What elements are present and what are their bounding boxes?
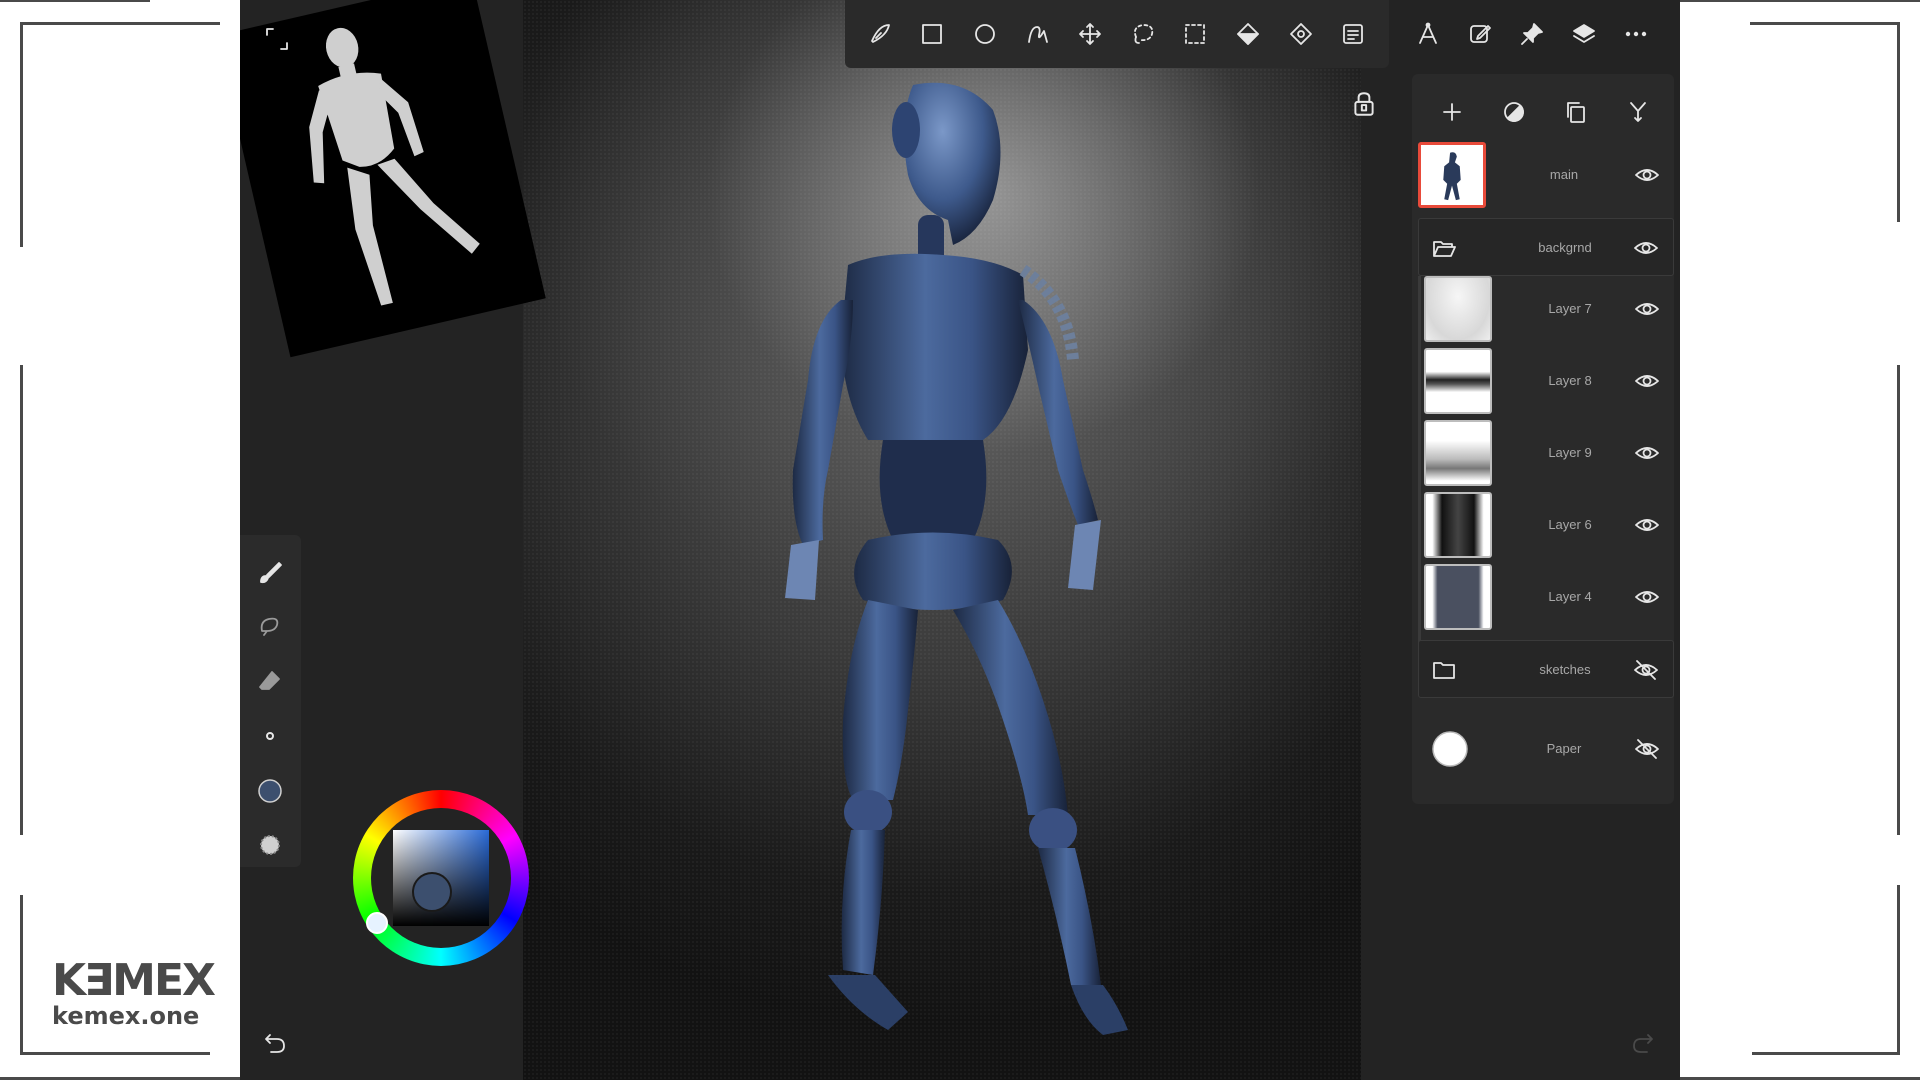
layer-name: Layer 6: [1548, 517, 1592, 532]
color-swatch-icon[interactable]: [252, 773, 288, 809]
paper-color-swatch[interactable]: [1430, 729, 1470, 769]
frame-right-upper: [1897, 22, 1900, 222]
layer-row-layer-6[interactable]: Layer 6: [1424, 490, 1680, 560]
frame-right-lower: [1897, 365, 1900, 835]
layer-group-sketches[interactable]: sketches: [1418, 640, 1674, 698]
rectangle-icon[interactable]: [916, 16, 950, 52]
frame-left-tail: [20, 895, 23, 1055]
add-layer-icon[interactable]: [1434, 94, 1470, 130]
layer-thumbnail: [1424, 420, 1492, 486]
duplicate-icon[interactable]: [1558, 94, 1594, 130]
color-picker-cursor[interactable]: [412, 872, 452, 912]
eraser-icon[interactable]: [252, 663, 288, 699]
layer-row-paper[interactable]: Paper: [1418, 714, 1674, 784]
brush-icon[interactable]: [252, 555, 288, 591]
move-icon[interactable]: [1073, 16, 1107, 52]
smudge-icon[interactable]: [252, 608, 288, 644]
brand-url: kemex.one: [52, 1002, 200, 1030]
layer-actions: [1412, 90, 1674, 134]
layer-thumbnail: [1424, 348, 1492, 414]
gradient-icon[interactable]: [1284, 16, 1318, 52]
undo-icon[interactable]: [262, 1030, 292, 1060]
drawing-canvas[interactable]: [523, 0, 1361, 1080]
lock-icon[interactable]: [1350, 90, 1382, 122]
ellipse-icon[interactable]: [968, 16, 1002, 52]
mask-icon[interactable]: [1496, 94, 1532, 130]
layer-name: Layer 9: [1548, 445, 1592, 460]
layer-thumbnail: [1424, 276, 1492, 342]
top-toolbar: [845, 0, 1389, 68]
brush-library-icon[interactable]: [863, 16, 897, 52]
eye-icon[interactable]: [1634, 162, 1660, 188]
layer-row-layer-8[interactable]: Layer 8: [1424, 346, 1680, 416]
pen-tool-icon[interactable]: [1021, 16, 1055, 52]
perspective-icon[interactable]: [1410, 16, 1446, 52]
frame-bottom-right: [1752, 1052, 1900, 1055]
marquee-icon[interactable]: [1179, 16, 1213, 52]
layer-name: Layer 7: [1548, 301, 1592, 316]
eye-hidden-icon[interactable]: [1634, 736, 1660, 762]
redo-icon[interactable]: [1630, 1030, 1660, 1060]
layer-thumbnail: [1424, 492, 1492, 558]
opacity-icon[interactable]: [252, 827, 288, 863]
layer-row-layer-4[interactable]: Layer 4: [1424, 562, 1680, 632]
layer-row-main[interactable]: main: [1418, 140, 1674, 210]
brand-watermark: K∃MEX kemex.one: [52, 955, 216, 1055]
pin-icon[interactable]: [1514, 16, 1550, 52]
expand-icon[interactable]: [264, 26, 290, 52]
frame-top-edge-left: [0, 0, 150, 2]
right-toolbar: [1398, 0, 1680, 68]
layer-row-layer-7[interactable]: Layer 7: [1424, 274, 1680, 344]
hue-cursor[interactable]: [366, 912, 388, 934]
layer-name: Paper: [1546, 741, 1582, 756]
frame-left-upper: [20, 22, 23, 247]
robot-artwork: [785, 82, 1128, 1035]
folder-icon: [1433, 662, 1455, 679]
fill-icon[interactable]: [1231, 16, 1265, 52]
eye-icon[interactable]: [1633, 235, 1659, 261]
eye-icon[interactable]: [1634, 512, 1660, 538]
layers-icon[interactable]: [1566, 16, 1602, 52]
eye-icon[interactable]: [1634, 440, 1660, 466]
group-bracket: [1418, 276, 1421, 648]
reference-image[interactable]: [240, 0, 546, 358]
layer-name: Layer 4: [1548, 589, 1592, 604]
frame-top-right: [1750, 22, 1900, 25]
layer-thumbnail: [1418, 142, 1486, 208]
frame-right-tail: [1897, 885, 1900, 1055]
eye-icon[interactable]: [1634, 368, 1660, 394]
layer-name: sketches: [1539, 662, 1591, 677]
folder-open-icon: [1433, 241, 1456, 257]
eye-icon[interactable]: [1634, 584, 1660, 610]
mannequin-figure: [309, 27, 480, 306]
layer-group-backgrnd[interactable]: backgrnd: [1418, 218, 1674, 276]
edit-icon[interactable]: [1462, 16, 1498, 52]
eye-icon[interactable]: [1634, 296, 1660, 322]
layers-panel: main backgrnd Layer 7 Layer 8 Layer 9 La…: [1412, 74, 1674, 804]
drawing-app: main backgrnd Layer 7 Layer 8 Layer 9 La…: [240, 0, 1680, 1080]
layer-name: main: [1549, 167, 1579, 182]
frame-top-left: [20, 22, 220, 25]
more-icon[interactable]: [1618, 16, 1654, 52]
frame-left-lower: [20, 365, 23, 835]
layer-row-layer-9[interactable]: Layer 9: [1424, 418, 1680, 488]
brush-size-icon[interactable]: [252, 718, 288, 754]
eye-hidden-icon[interactable]: [1633, 657, 1659, 683]
adjustments-icon[interactable]: [1336, 16, 1370, 52]
brand-logo: K∃MEX: [52, 955, 216, 1006]
merge-icon[interactable]: [1620, 94, 1656, 130]
lasso-icon[interactable]: [1126, 16, 1160, 52]
layer-name: Layer 8: [1548, 373, 1592, 388]
frame-top-edge-right: [1680, 0, 1920, 2]
layer-thumbnail: [1424, 564, 1492, 630]
side-tool-strip: [240, 535, 301, 867]
layer-name: backgrnd: [1538, 240, 1592, 255]
